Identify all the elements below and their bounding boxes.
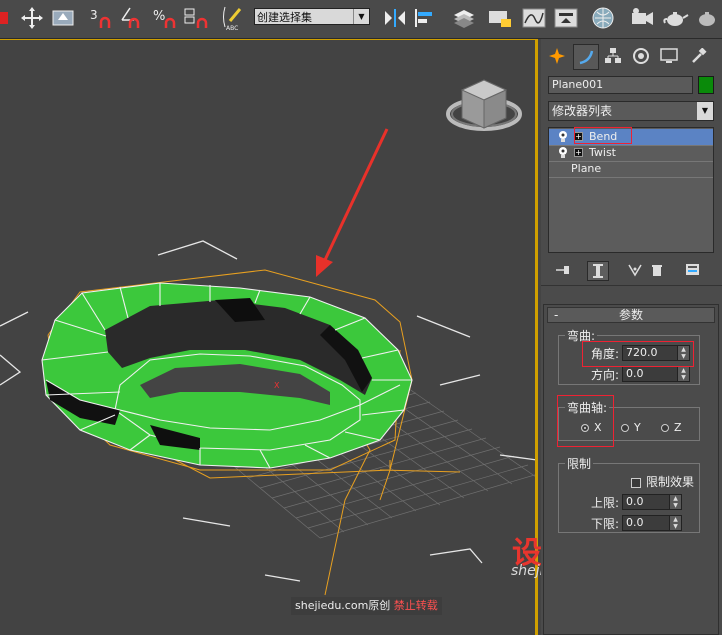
move-icon[interactable] xyxy=(20,5,44,31)
watermark-credit-prefix: shejiedu.com原创 xyxy=(295,599,391,612)
radio-icon xyxy=(621,424,629,432)
bend-axis-highlight-box xyxy=(557,395,614,447)
motion-tab-icon[interactable] xyxy=(629,44,653,68)
lower-limit-label: 下限: xyxy=(590,517,619,531)
upper-limit-spinner[interactable]: 0.0 ▲ ▼ xyxy=(622,494,682,510)
axis-z-radio[interactable]: Z xyxy=(661,421,682,434)
annotation-arrow xyxy=(316,128,389,277)
gizmo-axis-label: X xyxy=(274,381,280,390)
percent-snap-icon[interactable]: % xyxy=(152,5,180,31)
select-manipulate-icon[interactable] xyxy=(50,5,76,31)
bend-highlight-box xyxy=(574,127,632,144)
checkbox-icon xyxy=(631,477,641,488)
hierarchy-tab-icon[interactable] xyxy=(601,44,625,68)
stack-item-label: Twist xyxy=(589,146,616,159)
render-frame-icon[interactable] xyxy=(694,5,722,31)
dropdown-arrow-icon: ▼ xyxy=(697,102,713,120)
named-selection-value: 创建选择集 xyxy=(257,11,312,24)
plus-icon[interactable]: + xyxy=(574,148,583,157)
align-icon[interactable] xyxy=(412,5,438,31)
stack-tools xyxy=(541,259,722,281)
teapot-render-icon[interactable] xyxy=(662,5,690,31)
command-panel-tabs xyxy=(541,41,722,71)
modifier-stack: + Bend + Twist Plane xyxy=(548,127,714,253)
pin-stack-icon[interactable] xyxy=(553,261,573,279)
material-editor-icon[interactable] xyxy=(590,5,618,31)
radio-icon xyxy=(661,424,669,432)
spinner-arrows-icon[interactable]: ▲ ▼ xyxy=(677,367,689,381)
stack-item-plane[interactable]: Plane xyxy=(549,161,713,177)
limit-effect-checkbox[interactable]: 限制效果 xyxy=(631,473,694,490)
object-name-field[interactable]: Plane001 xyxy=(548,76,693,94)
modifier-list-label: 修改器列表 xyxy=(552,104,613,118)
perspective-viewport[interactable]: X xyxy=(0,39,538,635)
axis-z-label: Z xyxy=(674,421,682,434)
watermark-credit-suffix: 禁止转载 xyxy=(393,599,438,612)
stack-item-twist[interactable]: + Twist xyxy=(549,145,713,161)
lower-limit-value: 0.0 xyxy=(626,516,644,529)
spinner-snap-icon[interactable] xyxy=(184,5,212,31)
parameters-rollout-header[interactable]: - 参数 xyxy=(547,307,715,323)
scene-explorer-icon[interactable] xyxy=(486,5,514,31)
main-toolbar: 3 % ABC 创建选择集 ▼ xyxy=(0,0,722,39)
collapse-symbol: - xyxy=(554,308,559,322)
stack-item-label: Plane xyxy=(571,162,602,175)
rollout-title: 参数 xyxy=(618,308,643,322)
direction-spinner[interactable]: 0.0 ▲ ▼ xyxy=(622,366,690,382)
modify-tab-icon[interactable] xyxy=(573,44,599,70)
layer-manager-icon[interactable] xyxy=(450,5,478,31)
command-panel: Plane001 修改器列表 ▼ + Bend + Twist Plane - … xyxy=(541,39,722,635)
limits-title: 限制 xyxy=(565,455,594,472)
object-name-value: Plane001 xyxy=(552,78,604,91)
dropdown-arrow-icon: ▼ xyxy=(353,9,369,24)
parameters-rollout: - 参数 弯曲: 角度: 720.0 ▲ ▼ 方向: 0.0 ▲ ▼ 弯曲轴: X … xyxy=(543,304,719,635)
display-tab-icon[interactable] xyxy=(657,44,681,68)
viewcube-icon xyxy=(446,79,522,131)
make-unique-icon[interactable] xyxy=(625,261,645,279)
snap-3d-icon[interactable]: 3 xyxy=(88,5,116,31)
axis-y-label: Y xyxy=(634,421,641,434)
mirror-icon[interactable] xyxy=(382,5,408,31)
lower-limit-spinner[interactable]: 0.0 ▲ ▼ xyxy=(622,515,682,531)
create-tab-icon[interactable] xyxy=(545,44,569,68)
upper-limit-value: 0.0 xyxy=(626,495,644,508)
configure-modifier-sets-icon[interactable] xyxy=(683,261,703,279)
svg-text:%: % xyxy=(153,9,165,24)
axis-y-radio[interactable]: Y xyxy=(621,421,641,434)
spinner-arrows-icon[interactable]: ▲ ▼ xyxy=(669,516,681,530)
red-select-icon[interactable] xyxy=(0,5,12,31)
spinner-arrows-icon[interactable]: ▲ ▼ xyxy=(669,495,681,509)
schematic-view-icon[interactable] xyxy=(552,5,580,31)
upper-limit-label: 上限: xyxy=(590,496,619,510)
watermark-credit: shejiedu.com原创 禁止转载 xyxy=(291,597,442,615)
edit-named-selection-icon[interactable]: ABC xyxy=(222,5,250,31)
named-selection-dropdown[interactable]: 创建选择集 ▼ xyxy=(254,8,370,25)
curve-editor-icon[interactable] xyxy=(520,5,548,31)
modifier-list-dropdown[interactable]: 修改器列表 ▼ xyxy=(548,101,714,121)
bent-plane-mesh xyxy=(41,282,413,469)
angle-snap-icon[interactable] xyxy=(120,5,146,31)
limits-group: 限制 限制效果 上限: 0.0 ▲ ▼ 下限: 0.0 ▲ ▼ xyxy=(558,455,700,533)
angle-highlight-box xyxy=(582,341,694,367)
svg-text:ABC: ABC xyxy=(226,25,238,31)
utilities-tab-icon[interactable] xyxy=(687,44,711,68)
direction-value: 0.0 xyxy=(626,367,644,380)
viewport-scene: X xyxy=(0,79,538,596)
remove-modifier-icon[interactable] xyxy=(647,261,667,279)
object-color-swatch[interactable] xyxy=(698,76,714,94)
limit-effect-label: 限制效果 xyxy=(646,475,695,489)
show-end-result-icon[interactable] xyxy=(587,261,609,281)
render-setup-icon[interactable] xyxy=(628,5,656,31)
svg-text:3: 3 xyxy=(90,8,98,22)
direction-label: 方向: xyxy=(590,368,619,382)
